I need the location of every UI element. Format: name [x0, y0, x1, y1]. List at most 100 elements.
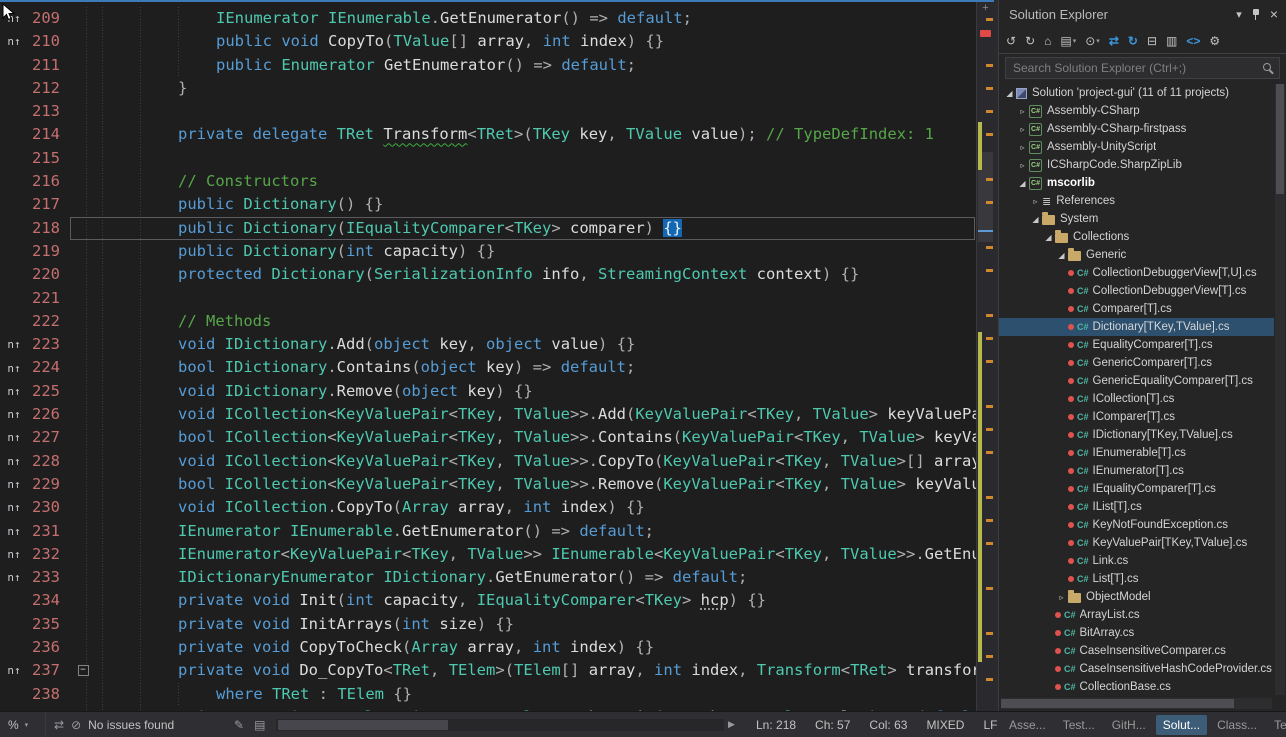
code-text[interactable]: IEnumerator<KeyValuePair<TKey, TValue>> …: [98, 543, 976, 566]
code-line[interactable]: 214private delegate TRet Transform<TRet>…: [0, 123, 976, 146]
code-text[interactable]: // Constructors: [98, 170, 976, 193]
line-number[interactable]: 238: [28, 683, 68, 706]
inheritance-margin-icon[interactable]: n↑: [0, 473, 28, 496]
line-number[interactable]: 230: [28, 496, 68, 519]
window-position-icon[interactable]: ▾: [1236, 8, 1242, 21]
tree-item[interactable]: C#IComparer[T].cs: [999, 408, 1274, 426]
tree-item[interactable]: ◢C#mscorlib: [999, 174, 1274, 192]
inheritance-margin-icon[interactable]: n↑: [0, 543, 28, 566]
se-vertical-scrollbar[interactable]: [1275, 84, 1285, 695]
expander-expanded-icon[interactable]: ◢: [1055, 251, 1068, 260]
code-line[interactable]: n↑225void IDictionary.Remove(object key)…: [0, 380, 976, 403]
inheritance-margin-icon[interactable]: n↑: [0, 659, 28, 682]
line-number[interactable]: 222: [28, 310, 68, 333]
line-number[interactable]: 212: [28, 77, 68, 100]
expander-collapsed-icon[interactable]: ▹: [1016, 125, 1029, 134]
solution-explorer-header[interactable]: Solution Explorer ▾ ×: [999, 0, 1286, 28]
tree-item[interactable]: C#CaseInsensitiveHashCodeProvider.cs: [999, 660, 1274, 678]
line-number[interactable]: 228: [28, 450, 68, 473]
line-number[interactable]: 227: [28, 426, 68, 449]
code-line[interactable]: n↑227bool ICollection<KeyValuePair<TKey,…: [0, 426, 976, 449]
panel-tab[interactable]: Solut...: [1156, 715, 1207, 735]
hscroll-thumb[interactable]: [278, 720, 448, 730]
tree-item[interactable]: C#GenericEqualityComparer[T].cs: [999, 372, 1274, 390]
expander-collapsed-icon[interactable]: ▹: [1055, 593, 1068, 602]
code-line[interactable]: 221: [0, 287, 976, 310]
code-line[interactable]: n↑223void IDictionary.Add(object key, ob…: [0, 333, 976, 356]
tree-item[interactable]: C#IDictionary[TKey,TValue].cs: [999, 426, 1274, 444]
search-input[interactable]: [1005, 57, 1280, 79]
line-number[interactable]: 215: [28, 147, 68, 170]
tree-item[interactable]: ◢Solution 'project-gui' (11 of 11 projec…: [999, 84, 1274, 102]
tree-item[interactable]: C#EqualityComparer[T].cs: [999, 336, 1274, 354]
code-line[interactable]: 213: [0, 100, 976, 123]
code-line[interactable]: n↑231IEnumerator IEnumerable.GetEnumerat…: [0, 520, 976, 543]
scrollbar-split-grip-icon[interactable]: +: [977, 2, 994, 15]
inheritance-margin-icon[interactable]: n↑: [0, 450, 28, 473]
inheritance-margin-icon[interactable]: n↑: [0, 7, 28, 30]
inheritance-margin-icon[interactable]: n↑: [0, 496, 28, 519]
code-line[interactable]: n↑209IEnumerator IEnumerable.GetEnumerat…: [0, 7, 976, 30]
code-line[interactable]: 215: [0, 147, 976, 170]
tree-item[interactable]: C#BitArray.cs: [999, 624, 1274, 642]
code-line[interactable]: n↑230void ICollection.CopyTo(Array array…: [0, 496, 976, 519]
issues-status[interactable]: ⇄ ⊘ No issues found: [54, 712, 174, 737]
line-number[interactable]: 218: [28, 217, 68, 240]
expander-expanded-icon[interactable]: ◢: [1042, 233, 1055, 242]
tree-item[interactable]: ▹ObjectModel: [999, 588, 1274, 606]
tree-item[interactable]: C#IEnumerator[T].cs: [999, 462, 1274, 480]
properties-icon[interactable]: ▥: [1163, 32, 1180, 50]
code-text[interactable]: IDictionaryEnumerator IDictionary.GetEnu…: [98, 566, 976, 589]
tree-item[interactable]: ▹C#ICSharpCode.SharpZipLib: [999, 156, 1274, 174]
tree-item[interactable]: C#KeyValuePair[TKey,TValue].cs: [999, 534, 1274, 552]
expander-collapsed-icon[interactable]: ▹: [1029, 197, 1042, 206]
editor-scrollbar[interactable]: +: [976, 2, 994, 711]
panel-tab[interactable]: GitH...: [1105, 715, 1153, 735]
zoom-control[interactable]: % ▾: [0, 712, 46, 737]
code-text[interactable]: bool IDictionary.Contains(object key) =>…: [98, 356, 976, 379]
tree-item[interactable]: C#CollectionBase.cs: [999, 678, 1274, 696]
code-text[interactable]: private void CopyToCheck(Array array, in…: [98, 636, 976, 659]
line-number[interactable]: 220: [28, 263, 68, 286]
panel-tab[interactable]: Tea...: [1267, 715, 1286, 735]
code-line[interactable]: 219public Dictionary(int capacity) {}: [0, 240, 976, 263]
line-number[interactable]: 214: [28, 123, 68, 146]
code-line[interactable]: 211public Enumerator GetEnumerator() => …: [0, 54, 976, 77]
code-text[interactable]: public Enumerator GetEnumerator() => def…: [98, 54, 976, 77]
tree-item[interactable]: ▹C#Assembly-CSharp-firstpass: [999, 120, 1274, 138]
code-line[interactable]: 222 // Methods: [0, 310, 976, 333]
tree-item[interactable]: C#CaseInsensitiveComparer.cs: [999, 642, 1274, 660]
tree-item[interactable]: C#Dictionary[TKey,TValue].cs: [999, 318, 1274, 336]
wrench-icon[interactable]: ⚙: [1206, 32, 1223, 50]
line-number[interactable]: 224: [28, 356, 68, 379]
inheritance-margin-icon[interactable]: n↑: [0, 333, 28, 356]
tree-item[interactable]: ▹C#Assembly-CSharp: [999, 102, 1274, 120]
panel-tab[interactable]: Asse...: [1002, 715, 1053, 735]
code-text[interactable]: void ICollection<KeyValuePair<TKey, TVal…: [98, 403, 976, 426]
tree-item[interactable]: C#IList[T].cs: [999, 498, 1274, 516]
inheritance-margin-icon[interactable]: n↑: [0, 380, 28, 403]
line-number[interactable]: 236: [28, 636, 68, 659]
scroll-right-icon[interactable]: ▶: [728, 712, 735, 737]
code-text[interactable]: private void InitArrays(int size) {}: [98, 613, 976, 636]
tree-item[interactable]: C#ArrayList.cs: [999, 606, 1274, 624]
se-hscroll-thumb[interactable]: [1001, 699, 1234, 708]
code-line[interactable]: 236 private void CopyToCheck(Array array,…: [0, 636, 976, 659]
tree-item[interactable]: C#GenericComparer[T].cs: [999, 354, 1274, 372]
edit-mode-icon[interactable]: ✎: [234, 718, 244, 732]
code-text[interactable]: // Methods: [98, 310, 976, 333]
line-number[interactable]: 209: [28, 7, 68, 30]
sync-active-document-icon[interactable]: ⇄: [1106, 32, 1122, 50]
code-text[interactable]: private void Do_CopyTo<TRet, TElem>(TEle…: [98, 659, 976, 682]
code-text[interactable]: [98, 100, 976, 123]
line-number[interactable]: 219: [28, 240, 68, 263]
tree-item[interactable]: C#Link.cs: [999, 552, 1274, 570]
panel-tab[interactable]: Test...: [1056, 715, 1102, 735]
code-text[interactable]: protected Dictionary(SerializationInfo i…: [98, 263, 976, 286]
line-number[interactable]: 216: [28, 170, 68, 193]
nav-back-icon[interactable]: ↺: [1003, 32, 1019, 50]
line-number[interactable]: 213: [28, 100, 68, 123]
line-number[interactable]: 210: [28, 30, 68, 53]
expander-expanded-icon[interactable]: ◢: [1029, 215, 1042, 224]
code-text[interactable]: [98, 147, 976, 170]
